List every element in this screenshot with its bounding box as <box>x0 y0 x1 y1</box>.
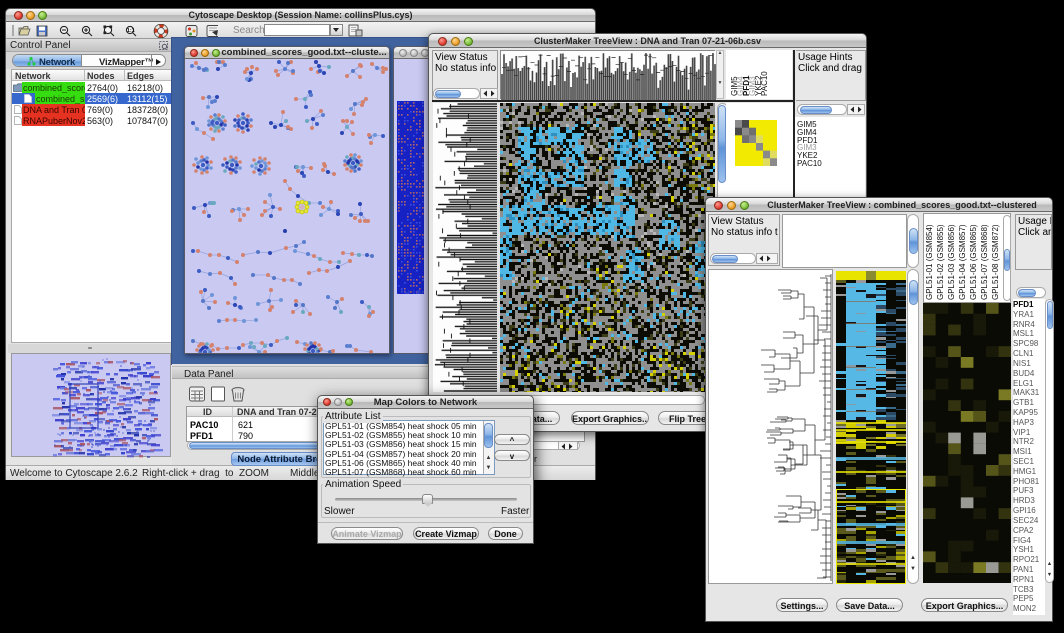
svg-text:1:1: 1:1 <box>127 28 135 34</box>
